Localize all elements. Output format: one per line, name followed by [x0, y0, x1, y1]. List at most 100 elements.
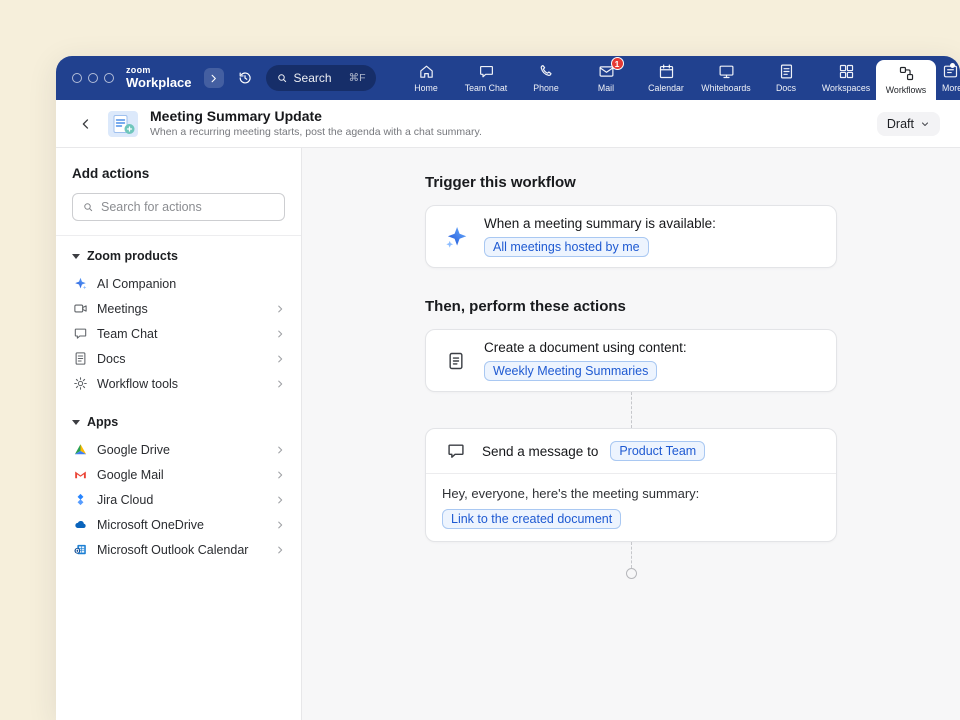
create-document-text: Create a document using content: — [484, 340, 687, 355]
onedrive-icon — [72, 517, 88, 533]
sidebar-item-label: AI Companion — [97, 277, 176, 291]
caret-down-icon — [72, 254, 80, 259]
tab-more[interactable]: More — [936, 56, 960, 100]
tab-workflows[interactable]: Workflows — [876, 60, 936, 100]
add-step-node[interactable] — [626, 568, 637, 579]
tab-mail[interactable]: 1 Mail — [576, 56, 636, 100]
tab-team-chat[interactable]: Team Chat — [456, 56, 516, 100]
notification-dot — [950, 63, 955, 68]
sidebar-item-google-drive[interactable]: Google Drive — [72, 437, 285, 462]
send-message-card[interactable]: Send a message to Product Team Hey, ever… — [425, 428, 837, 542]
section-zoom-products[interactable]: Zoom products — [72, 238, 285, 271]
tab-label: Whiteboards — [701, 83, 750, 93]
sidebar-item-microsoft-onedrive[interactable]: Microsoft OneDrive — [72, 512, 285, 537]
home-icon — [418, 63, 435, 80]
page-subtitle: When a recurring meeting starts, post th… — [150, 126, 482, 139]
tab-calendar[interactable]: Calendar — [636, 56, 696, 100]
sidebar-item-ai-companion[interactable]: AI Companion — [72, 271, 285, 296]
meetings-icon — [72, 301, 88, 317]
window-control-dot[interactable] — [72, 73, 82, 83]
global-search[interactable]: Search ⌘F — [266, 65, 376, 91]
tab-whiteboards[interactable]: Whiteboards — [696, 56, 756, 100]
search-input[interactable] — [101, 200, 275, 214]
search-icon — [82, 201, 94, 213]
trigger-scope-pill[interactable]: All meetings hosted by me — [484, 237, 649, 257]
sidebar-item-label: Meetings — [97, 302, 148, 316]
tab-docs[interactable]: Docs — [756, 56, 816, 100]
trigger-card[interactable]: When a meeting summary is available: All… — [425, 205, 837, 268]
sidebar-item-meetings[interactable]: Meetings — [72, 296, 285, 321]
workflow-thumbnail — [108, 111, 138, 137]
chevron-right-icon — [275, 545, 285, 555]
sidebar-item-team-chat[interactable]: Team Chat — [72, 321, 285, 346]
message-icon — [442, 441, 470, 461]
phone-icon — [538, 63, 555, 80]
trigger-text: When a meeting summary is available: — [484, 216, 716, 231]
workflow-titles: Meeting Summary Update When a recurring … — [150, 108, 482, 139]
document-link-pill[interactable]: Link to the created document — [442, 509, 621, 529]
main-body: Add actions Zoom products AI Compa — [56, 148, 960, 720]
navbar-left-cluster: zoom Workplace Search ⌘F — [56, 56, 388, 100]
divider — [56, 235, 301, 236]
sidebar-item-microsoft-outlook-calendar[interactable]: Microsoft Outlook Calendar — [72, 537, 285, 562]
window-control-dot[interactable] — [88, 73, 98, 83]
tab-label: Docs — [776, 83, 796, 93]
chevron-right-icon — [275, 520, 285, 530]
gear-icon — [72, 376, 88, 392]
docs-icon — [778, 63, 795, 80]
chevron-down-icon — [920, 119, 930, 129]
tab-label: Mail — [598, 83, 614, 93]
chevron-right-icon — [275, 304, 285, 314]
team-chat-icon — [478, 63, 495, 80]
search-shortcut: ⌘F — [349, 72, 366, 84]
sidebar-item-jira-cloud[interactable]: Jira Cloud — [72, 487, 285, 512]
top-navbar: zoom Workplace Search ⌘F Home — [56, 56, 960, 100]
flow-connector — [631, 542, 632, 568]
flow-connector — [631, 392, 632, 428]
section-label: Zoom products — [87, 249, 178, 263]
caret-down-icon — [72, 420, 80, 425]
section-apps[interactable]: Apps — [72, 404, 285, 437]
sidebar-item-label: Docs — [97, 352, 125, 366]
chevron-right-icon — [208, 73, 219, 84]
google-mail-icon — [72, 467, 88, 483]
tab-label: Workflows — [886, 85, 926, 95]
sidebar-item-label: Microsoft OneDrive — [97, 518, 204, 532]
expand-chevron-button[interactable] — [204, 68, 224, 88]
workflows-icon — [898, 65, 915, 82]
back-button[interactable] — [76, 114, 96, 134]
actions-search[interactable] — [72, 193, 285, 221]
page-title: Meeting Summary Update — [150, 108, 482, 126]
workflow-canvas: Trigger this workflow When a meeting sum… — [302, 148, 960, 720]
chevron-right-icon — [275, 445, 285, 455]
trigger-heading: Trigger this workflow — [425, 174, 837, 191]
actions-heading: Then, perform these actions — [425, 298, 837, 315]
tab-label: Home — [414, 83, 437, 93]
mail-unread-badge: 1 — [611, 57, 624, 70]
sidebar-item-label: Team Chat — [97, 327, 157, 341]
tab-label: Calendar — [648, 83, 684, 93]
recipient-pill[interactable]: Product Team — [610, 441, 705, 461]
tab-label: Workspaces — [822, 83, 870, 93]
tab-label: Phone — [533, 83, 558, 93]
document-content-pill[interactable]: Weekly Meeting Summaries — [484, 361, 657, 381]
actions-sidebar: Add actions Zoom products AI Compa — [56, 148, 302, 720]
sidebar-item-workflow-tools[interactable]: Workflow tools — [72, 371, 285, 396]
sidebar-item-label: Jira Cloud — [97, 493, 153, 507]
message-body-text: Hey, everyone, here's the meeting summar… — [442, 486, 820, 501]
sidebar-item-google-mail[interactable]: Google Mail — [72, 462, 285, 487]
tab-workspaces[interactable]: Workspaces — [816, 56, 876, 100]
ai-companion-icon — [72, 276, 88, 292]
app-window: zoom Workplace Search ⌘F Home — [56, 56, 960, 720]
draft-status-button[interactable]: Draft — [877, 112, 940, 136]
history-button[interactable] — [234, 67, 256, 89]
back-icon — [79, 117, 93, 131]
window-control-dot[interactable] — [104, 73, 114, 83]
create-document-card[interactable]: Create a document using content: Weekly … — [425, 329, 837, 392]
sidebar-title: Add actions — [72, 166, 285, 181]
sidebar-item-docs[interactable]: Docs — [72, 346, 285, 371]
tab-home[interactable]: Home — [396, 56, 456, 100]
tab-phone[interactable]: Phone — [516, 56, 576, 100]
chevron-right-icon — [275, 354, 285, 364]
tab-label: Team Chat — [465, 83, 508, 93]
